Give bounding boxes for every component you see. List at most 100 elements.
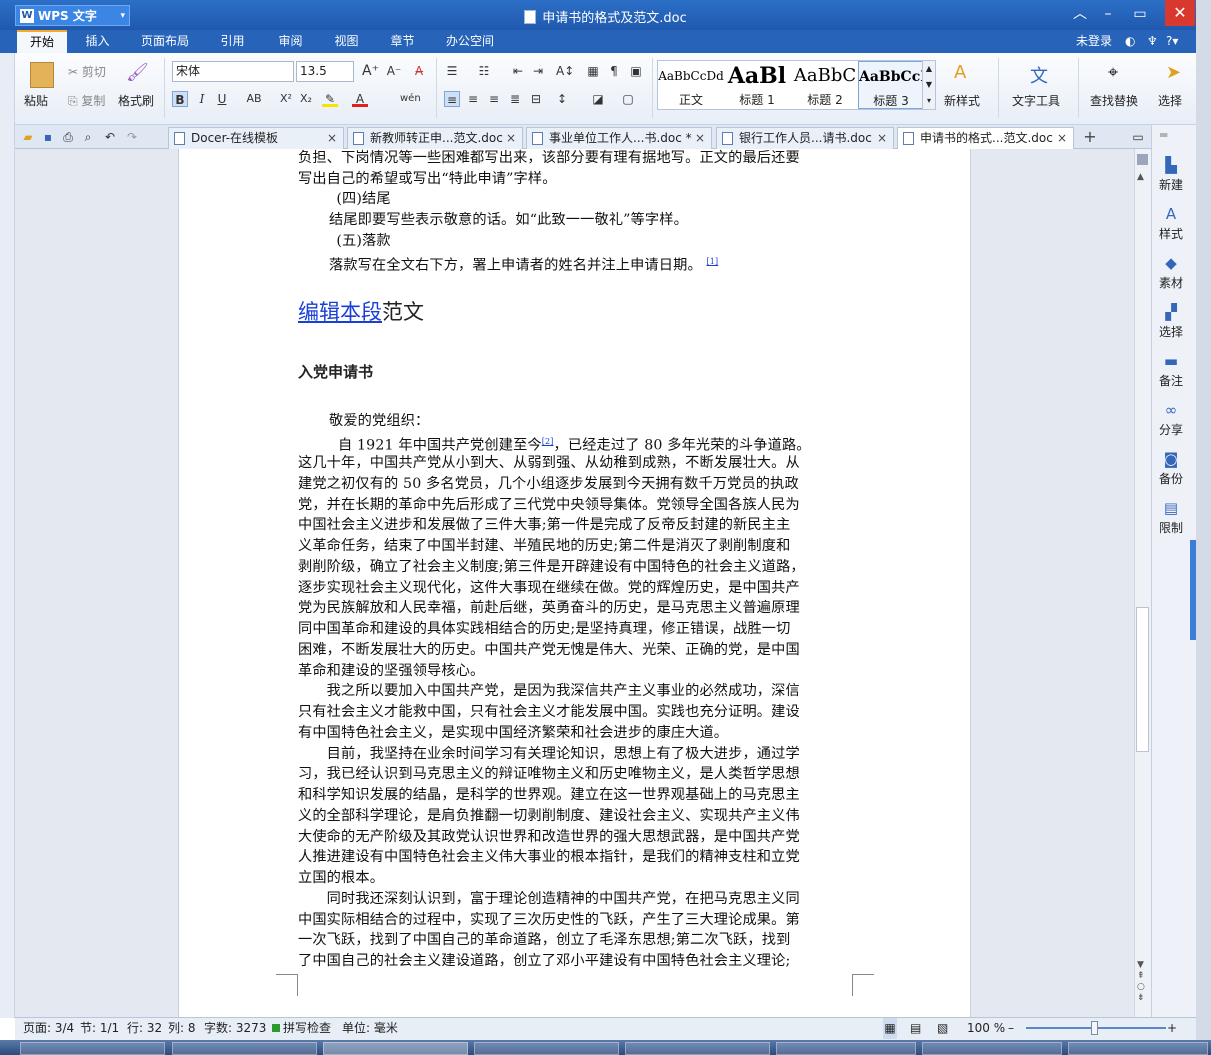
status-page[interactable]: 页面: 3/4 — [23, 1018, 74, 1039]
cut-button[interactable]: ✂ 剪切 — [68, 63, 106, 80]
taskbar-item[interactable] — [625, 1042, 770, 1055]
menu-page-layout[interactable]: 页面布局 — [135, 30, 195, 53]
view-page-icon[interactable]: ▦ — [883, 1018, 897, 1039]
edit-section-link[interactable]: 编辑本段 — [298, 300, 382, 324]
maximize-button[interactable]: ▭ — [1129, 4, 1151, 24]
underline-icon[interactable]: U — [214, 91, 230, 107]
strikethrough-icon[interactable]: AB — [242, 91, 266, 107]
bold-icon[interactable]: B — [172, 91, 188, 107]
style-heading2[interactable]: AaBbC 标题 2 — [792, 61, 858, 109]
table-icon[interactable]: ▦ — [585, 63, 601, 79]
zoom-out-icon[interactable]: – — [1008, 1018, 1014, 1039]
tab-document-active[interactable]: 申请书的格式...范文.doc × — [897, 127, 1074, 149]
find-replace-button[interactable]: 查找替换 — [1090, 92, 1138, 109]
minimize-button[interactable]: – — [1097, 4, 1119, 24]
close-icon[interactable]: × — [506, 128, 516, 148]
italic-icon[interactable]: I — [194, 91, 210, 107]
panel-style[interactable]: A 样式 — [1151, 206, 1191, 242]
taskbar-item[interactable] — [172, 1042, 317, 1055]
panel-new[interactable]: ▙ 新建 — [1151, 157, 1191, 193]
menu-start[interactable]: 开始 — [17, 30, 67, 53]
frame-icon[interactable]: ▣ — [628, 63, 644, 79]
style-gallery-scroll[interactable]: ▲ ▼ ▾ — [922, 60, 936, 110]
panel-backup[interactable]: ◙ 备份 — [1151, 451, 1191, 487]
justify-icon[interactable]: ≣ — [507, 91, 523, 107]
collapse-ribbon-icon[interactable]: ︿ — [1069, 4, 1091, 24]
panel-comment[interactable]: ▬ 备注 — [1151, 353, 1191, 389]
taskbar-item[interactable] — [20, 1042, 165, 1055]
zoom-level[interactable]: 100 % — [967, 1018, 1005, 1039]
style-heading1[interactable]: AaBl 标题 1 — [724, 61, 790, 109]
style-normal[interactable]: AaBbCcDd 正文 — [658, 61, 724, 109]
shirt-icon[interactable]: ♆ — [1147, 30, 1158, 53]
ruler-toggle-icon[interactable] — [1137, 154, 1148, 165]
print-preview-icon[interactable]: ⌕ — [80, 129, 96, 145]
tab-document[interactable]: 事业单位工作人...书.doc * × — [526, 127, 712, 149]
print-icon[interactable]: ⎙ — [60, 129, 76, 145]
footnote-link[interactable]: [1] — [706, 257, 718, 266]
numbered-list-icon[interactable]: ☷ — [476, 63, 492, 79]
zoom-slider-thumb[interactable] — [1091, 1021, 1098, 1035]
help-icon[interactable]: ?▾ — [1166, 30, 1178, 53]
increase-indent-icon[interactable]: ⇥ — [530, 63, 546, 79]
view-web-icon[interactable]: ▧ — [937, 1018, 948, 1039]
align-left-icon[interactable]: ≡ — [444, 91, 460, 107]
tab-docer[interactable]: Docer-在线模板 × — [168, 127, 344, 149]
close-button[interactable]: ✕ — [1165, 0, 1195, 26]
taskbar-item[interactable] — [1068, 1042, 1208, 1055]
style-heading3[interactable]: AaBbCcI 标题 3 — [858, 61, 924, 109]
status-unit[interactable]: 单位: 毫米 — [342, 1018, 398, 1039]
menu-references[interactable]: 引用 — [210, 30, 255, 53]
format-painter-button[interactable]: 格式刷 — [118, 92, 154, 109]
align-center-icon[interactable]: ≡ — [465, 91, 481, 107]
undo-icon[interactable]: ↶ — [102, 129, 118, 145]
taskbar-item[interactable] — [776, 1042, 916, 1055]
login-status[interactable]: 未登录 — [1076, 30, 1112, 53]
taskbar-item[interactable] — [922, 1042, 1062, 1055]
select-button[interactable]: 选择 — [1158, 92, 1196, 109]
wps-app-button[interactable]: W WPS 文字 ▾ — [15, 5, 130, 26]
close-icon[interactable]: × — [1057, 128, 1067, 148]
vertical-scrollbar[interactable] — [1134, 149, 1151, 1017]
decrease-indent-icon[interactable]: ⇤ — [510, 63, 526, 79]
paste-icon[interactable] — [30, 62, 54, 88]
line-spacing-icon[interactable]: ↕ — [554, 91, 570, 107]
paste-button[interactable]: 粘贴 — [24, 92, 48, 109]
clear-format-icon[interactable]: A̶ — [411, 63, 427, 79]
skin-icon[interactable]: ◐ — [1125, 30, 1135, 53]
view-outline-icon[interactable]: ▤ — [910, 1018, 921, 1039]
menu-view[interactable]: 视图 — [324, 30, 369, 53]
distribute-icon[interactable]: ⊟ — [528, 91, 544, 107]
shrink-font-icon[interactable]: A⁻ — [386, 63, 402, 79]
zoom-in-icon[interactable]: + — [1167, 1018, 1177, 1039]
menu-review[interactable]: 审阅 — [268, 30, 313, 53]
new-style-button[interactable]: 新样式 — [944, 92, 980, 109]
tab-menu-icon[interactable]: ▭ — [1130, 129, 1146, 145]
panel-restrict[interactable]: ▤ 限制 — [1151, 500, 1191, 536]
menu-office-space[interactable]: 办公空间 — [440, 30, 500, 53]
close-icon[interactable]: × — [877, 128, 887, 148]
close-icon[interactable]: × — [695, 128, 705, 148]
text-tools-button[interactable]: 文字工具 — [1012, 92, 1060, 109]
subscript-icon[interactable]: X₂ — [298, 91, 314, 107]
panel-select[interactable]: ▞ 选择 — [1151, 304, 1191, 340]
taskbar-item[interactable] — [474, 1042, 619, 1055]
grow-font-icon[interactable]: A⁺ — [362, 63, 379, 79]
panel-share[interactable]: ∞ 分享 — [1151, 402, 1191, 438]
shading-icon[interactable]: ◪ — [590, 91, 606, 107]
open-folder-icon[interactable]: ▰ — [20, 129, 36, 145]
align-right-icon[interactable]: ≡ — [486, 91, 502, 107]
taskbar-item-active[interactable] — [323, 1042, 468, 1055]
tab-document[interactable]: 银行工作人员...请书.doc × — [716, 127, 894, 149]
scroll-down-icon[interactable]: ▼ ⇞ ○ ⇟ — [1137, 960, 1145, 1004]
font-size-select[interactable]: 13.5 — [296, 61, 354, 82]
show-marks-icon[interactable]: ¶ — [606, 63, 622, 79]
menu-chapter[interactable]: 章节 — [380, 30, 425, 53]
font-name-select[interactable]: 宋体 — [172, 61, 294, 82]
text-direction-icon[interactable]: A↕ — [556, 63, 574, 79]
scroll-up-icon[interactable]: ▲ — [1137, 172, 1144, 182]
tab-document[interactable]: 新教师转正申...范文.doc × — [347, 127, 523, 149]
spell-check-toggle[interactable]: 拼写检查 — [272, 1018, 331, 1039]
superscript-icon[interactable]: X² — [278, 91, 294, 107]
menu-insert[interactable]: 插入 — [75, 30, 120, 53]
